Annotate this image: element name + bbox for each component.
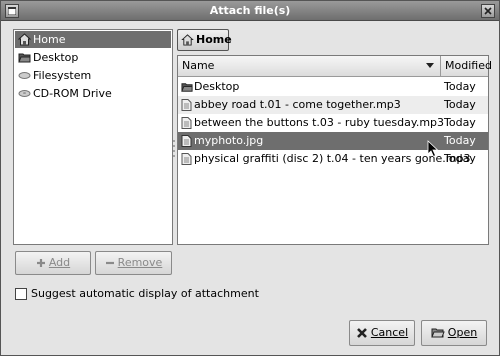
file-row-selected[interactable]: myphoto.jpg Today: [178, 132, 488, 150]
place-item-label: Home: [33, 33, 66, 46]
path-button-home[interactable]: Home: [177, 29, 232, 51]
place-item-label: CD-ROM Drive: [33, 87, 112, 100]
cancel-button[interactable]: Cancel: [349, 320, 415, 346]
home-icon: [181, 34, 194, 46]
places-list: Home Desktop Filesystem CD-ROM Drive: [13, 29, 173, 245]
mouse-pointer-icon: [427, 140, 439, 158]
file-modified: Today: [444, 98, 476, 111]
file-modified: Today: [444, 134, 476, 147]
file-row[interactable]: abbey road t.01 - come together.mp3 Toda…: [178, 96, 488, 114]
file-modified: Today: [444, 80, 476, 93]
suggest-display-label: Suggest automatic display of attachment: [31, 287, 259, 300]
title-bar[interactable]: Attach file(s): [1, 1, 499, 21]
modified-column-header[interactable]: Modified: [441, 56, 492, 77]
file-icon: [181, 117, 192, 129]
pane-resize-handle[interactable]: [172, 137, 176, 161]
file-modified: Today: [444, 152, 476, 165]
place-item-desktop[interactable]: Desktop: [15, 49, 171, 66]
open-button[interactable]: Open: [421, 320, 487, 346]
path-button-label: Home: [196, 33, 232, 46]
file-icon: [181, 153, 192, 165]
file-name: myphoto.jpg: [194, 134, 264, 147]
window-title: Attach file(s): [209, 4, 291, 17]
file-list: Name Modified Desktop Today abbey road t…: [177, 55, 492, 245]
minus-icon: [105, 261, 114, 265]
place-item-label: Filesystem: [33, 69, 92, 82]
file-modified: Today: [444, 116, 476, 129]
window-close-button[interactable]: [481, 4, 495, 18]
attach-file-dialog: Attach file(s) Home Desktop Filesystem C…: [0, 0, 500, 356]
home-icon: [18, 33, 31, 46]
folder-icon: [181, 83, 193, 92]
sort-down-icon: [426, 63, 434, 68]
add-place-button[interactable]: Add: [15, 251, 91, 275]
desktop-icon: [18, 53, 31, 63]
file-icon: [181, 99, 192, 111]
cancel-x-icon: [356, 328, 367, 338]
place-item-cdrom[interactable]: CD-ROM Drive: [15, 85, 171, 102]
file-name: between the buttons t.03 - ruby tuesday.…: [194, 116, 445, 129]
file-row-desktop[interactable]: Desktop Today: [178, 78, 488, 96]
drive-icon: [18, 72, 31, 79]
place-item-filesystem[interactable]: Filesystem: [15, 67, 171, 84]
place-item-label: Desktop: [33, 51, 79, 64]
plus-icon: [36, 259, 45, 267]
open-folder-icon: [431, 328, 445, 338]
suggest-display-checkbox[interactable]: [15, 288, 27, 300]
cdrom-icon: [18, 90, 31, 97]
file-name: Desktop: [194, 80, 240, 93]
close-icon: [484, 7, 492, 15]
remove-place-button[interactable]: Remove: [95, 251, 172, 275]
file-row[interactable]: physical graffiti (disc 2) t.04 - ten ye…: [178, 150, 488, 168]
file-icon: [181, 135, 192, 147]
file-name: abbey road t.01 - come together.mp3: [194, 98, 401, 111]
place-item-home[interactable]: Home: [15, 31, 171, 48]
name-column-header[interactable]: Name: [178, 56, 441, 77]
file-row[interactable]: between the buttons t.03 - ruby tuesday.…: [178, 114, 488, 132]
